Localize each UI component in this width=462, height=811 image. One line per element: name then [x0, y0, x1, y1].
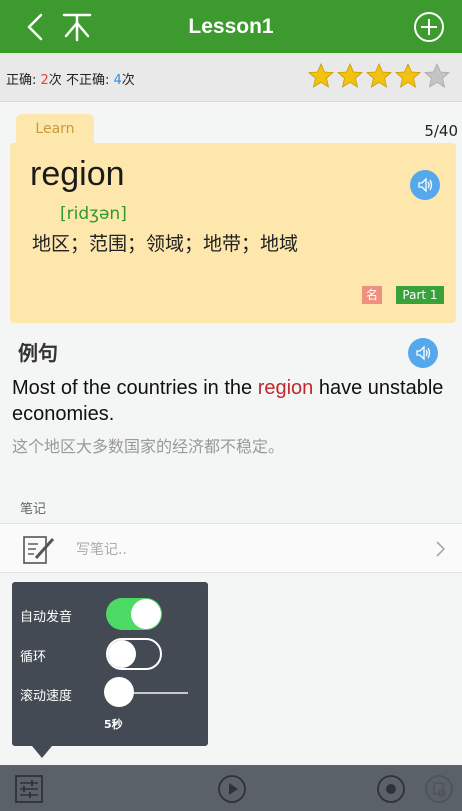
- correct-count: 2: [40, 73, 49, 88]
- progress-counter: 5/40: [424, 122, 458, 140]
- star-filled-icon[interactable]: [366, 63, 392, 89]
- example-en-before: Most of the countries in the: [12, 377, 258, 399]
- playback-settings-popup: 自动发音 循环 滚动速度 5秒: [12, 582, 208, 746]
- incorrect-count: 4: [113, 73, 122, 88]
- example-sentence-zh: 这个地区大多数国家的经济都不稳定。: [12, 437, 285, 456]
- tab-learn[interactable]: Learn: [16, 114, 94, 146]
- note-placeholder: 写笔记..: [76, 542, 127, 558]
- auto-speak-label: 自动发音: [20, 610, 73, 625]
- answer-stats: 正确: 2次 不正确: 4次: [6, 69, 135, 88]
- word-text: region: [30, 155, 125, 193]
- part-tag: Part 1: [396, 286, 444, 304]
- example-speaker-button[interactable]: [408, 338, 438, 368]
- record-icon[interactable]: [376, 774, 406, 804]
- playback-record-icon[interactable]: [424, 774, 454, 804]
- star-filled-icon[interactable]: [395, 63, 421, 89]
- phonetic-text: [ridʒən]: [60, 204, 127, 224]
- example-sentence-en: Most of the countries in the region have…: [12, 375, 452, 427]
- correct-unit: 次: [48, 73, 66, 88]
- star-empty-icon[interactable]: [424, 63, 450, 89]
- star-rating[interactable]: [308, 63, 450, 89]
- scroll-speed-label: 滚动速度: [20, 689, 73, 704]
- bottom-toolbar: [0, 765, 462, 811]
- note-pencil-icon: [23, 536, 55, 564]
- toggle-knob: [131, 599, 161, 629]
- loop-label: 循环: [20, 650, 47, 665]
- scroll-speed-slider[interactable]: [104, 677, 134, 707]
- pos-tag: 名: [362, 286, 382, 304]
- settings-sliders-icon[interactable]: [14, 774, 44, 804]
- correct-label: 正确:: [6, 73, 41, 88]
- speaker-icon: [416, 345, 431, 361]
- scroll-speed-value: 5秒: [104, 718, 123, 731]
- back-chevron-icon[interactable]: [20, 10, 54, 44]
- header-bar: Lesson1: [0, 0, 462, 53]
- example-title: 例句: [18, 341, 58, 365]
- incorrect-label: 不正确:: [65, 73, 114, 88]
- play-icon[interactable]: [217, 774, 247, 804]
- word-speaker-button[interactable]: [410, 170, 440, 200]
- add-circle-icon[interactable]: [412, 10, 446, 44]
- chevron-right-icon: [436, 541, 446, 557]
- notes-row[interactable]: 写笔记..: [0, 523, 462, 573]
- speaker-icon: [418, 177, 433, 193]
- page-title: Lesson1: [188, 14, 274, 38]
- incorrect-unit: 次: [121, 73, 135, 88]
- word-card: region [ridʒən] 地区；范围；领域；地带；地域 名 Part 1: [10, 143, 456, 323]
- toggle-knob: [108, 640, 136, 668]
- auto-speak-toggle[interactable]: [106, 598, 162, 630]
- popup-pointer: [32, 746, 52, 758]
- collapse-up-icon[interactable]: [60, 10, 94, 44]
- star-filled-icon[interactable]: [308, 63, 334, 89]
- example-en-highlight: region: [257, 377, 314, 399]
- loop-toggle[interactable]: [106, 638, 162, 670]
- star-filled-icon[interactable]: [337, 63, 363, 89]
- notes-label: 笔记: [20, 502, 47, 517]
- word-meaning: 地区；范围；领域；地带；地域: [32, 233, 299, 255]
